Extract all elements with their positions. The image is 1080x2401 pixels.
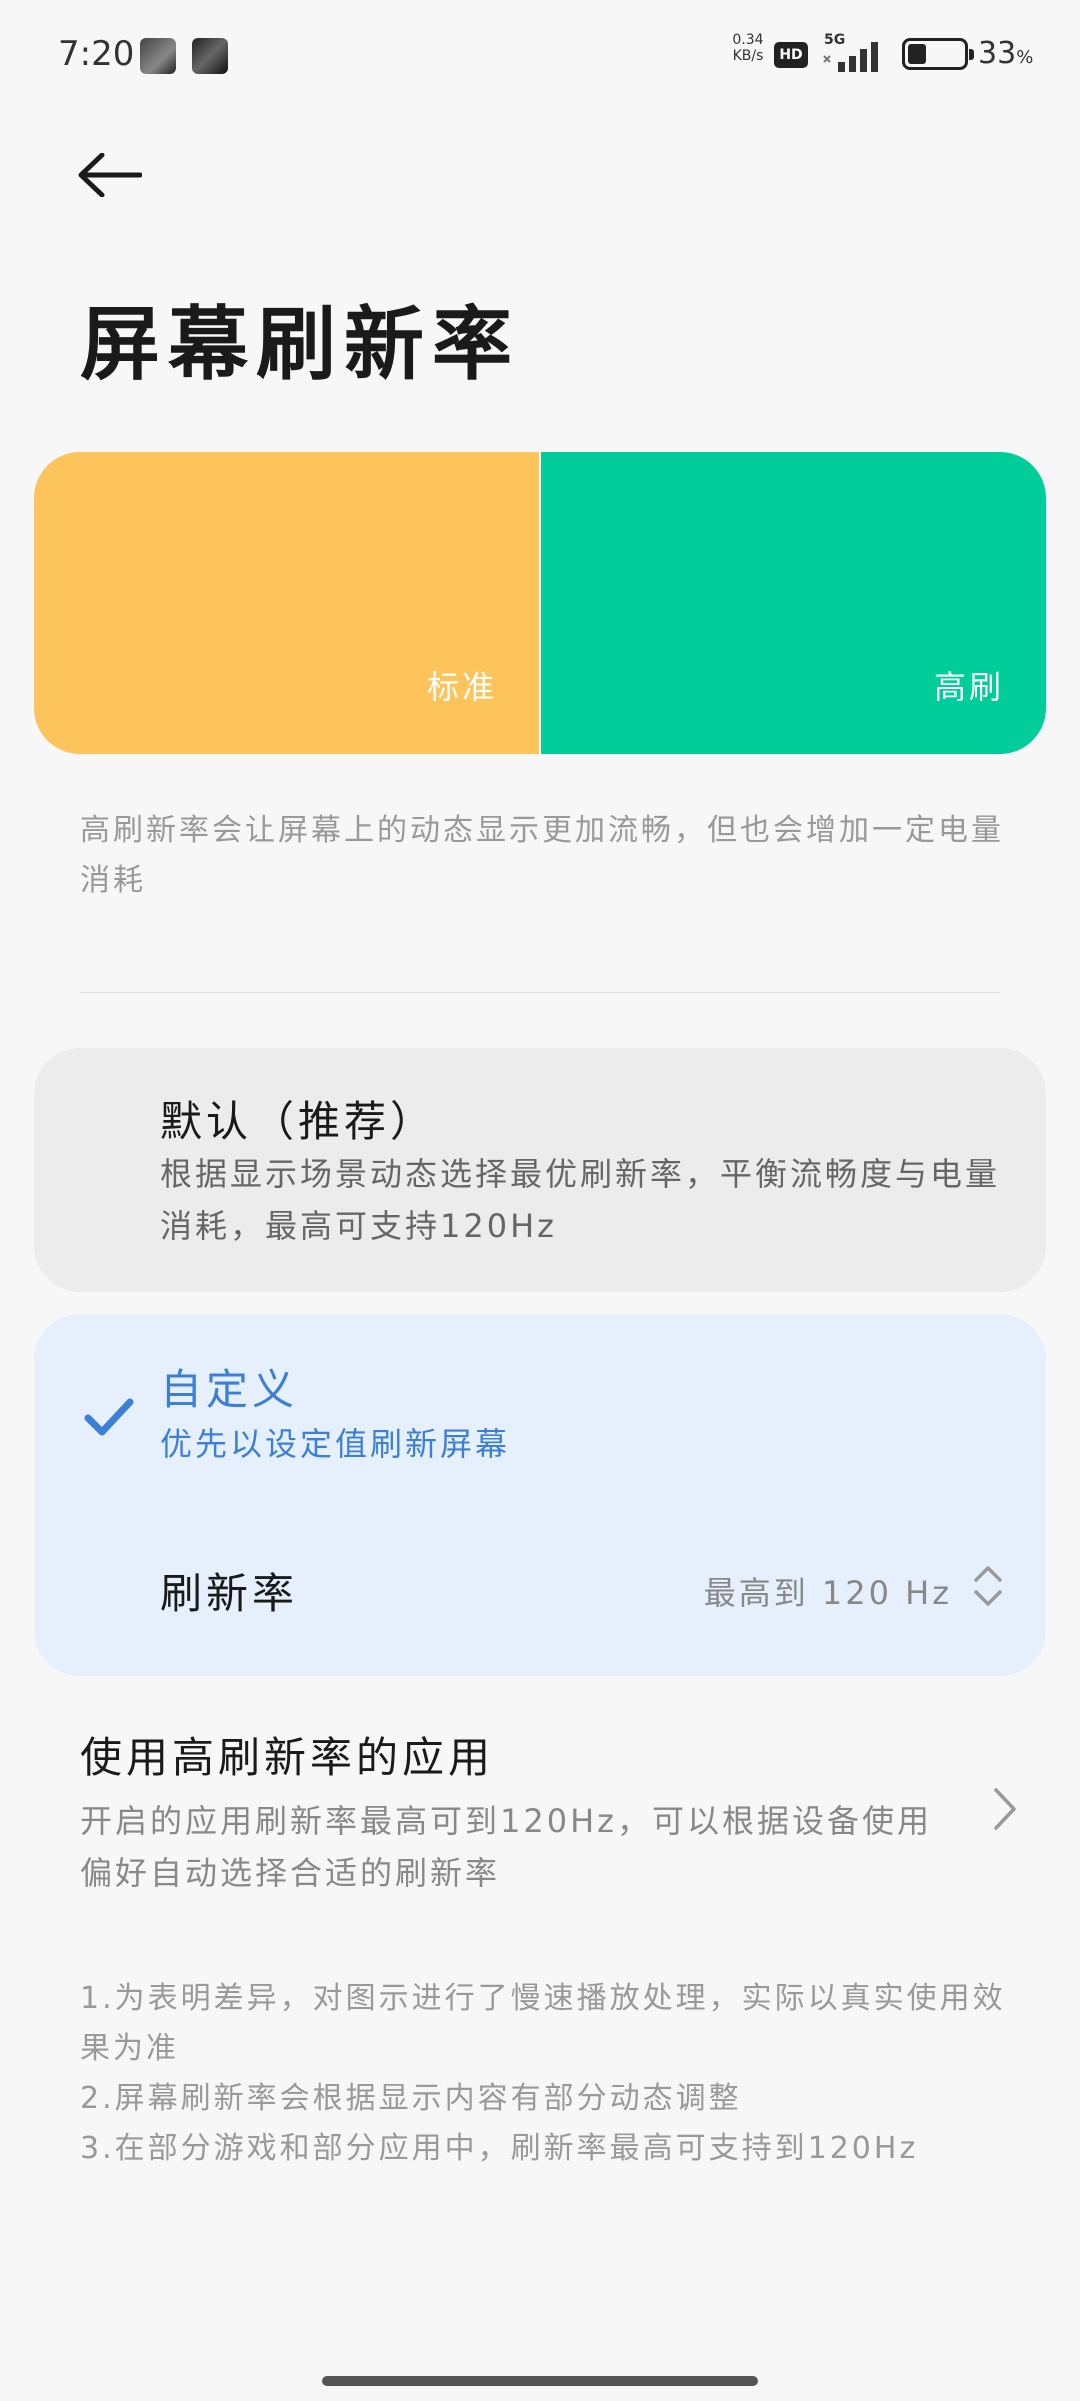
tiktok-notification-icon xyxy=(192,38,228,74)
signal-strength-icon xyxy=(823,42,878,72)
option-custom-title: 自定义 xyxy=(160,1365,299,1414)
check-icon xyxy=(84,1398,134,1436)
option-default-description: 根据显示场景动态选择最优刷新率，平衡流畅度与电量消耗，最高可支持120Hz xyxy=(160,1155,1001,1245)
home-indicator[interactable] xyxy=(322,2376,758,2386)
option-default-title: 默认（推荐） xyxy=(160,1097,437,1146)
battery-fill xyxy=(908,44,926,64)
standard-preview: 标准 xyxy=(34,452,539,754)
divider xyxy=(80,992,1000,993)
network-speed-value: 0.34 xyxy=(732,32,764,48)
footnote-2: 2.屏幕刷新率会根据显示内容有部分动态调整 xyxy=(80,2081,742,2116)
refresh-rate-label: 刷新率 xyxy=(160,1569,299,1618)
up-down-chevron-icon xyxy=(974,1566,1002,1606)
refresh-rate-selector[interactable]: 刷新率 最高到 120 Hz xyxy=(34,1536,1046,1636)
back-button[interactable] xyxy=(70,140,150,210)
high-refresh-preview-label: 高刷 xyxy=(933,668,1004,706)
high-refresh-apps-title: 使用高刷新率的应用 xyxy=(80,1733,495,1782)
battery-icon xyxy=(902,38,974,70)
refresh-rate-description: 高刷新率会让屏幕上的动态显示更加流畅，但也会增加一定电量消耗 xyxy=(80,813,1004,898)
footnotes: 1.为表明差异，对图示进行了慢速播放处理，实际以真实使用效果为准 2.屏幕刷新率… xyxy=(80,1974,1020,2174)
page-title: 屏幕刷新率 xyxy=(80,297,520,391)
hd-badge: HD xyxy=(774,42,808,68)
high-refresh-apps-item[interactable]: 使用高刷新率的应用 开启的应用刷新率最高可到120Hz，可以根据设备使用偏好自动… xyxy=(80,1724,1040,1904)
refresh-rate-preview: 标准 高刷 xyxy=(34,452,1046,754)
chevron-right-icon xyxy=(994,1788,1016,1830)
footnote-3: 3.在部分游戏和部分应用中，刷新率最高可支持到120Hz xyxy=(80,2131,919,2166)
status-time: 7:20 xyxy=(58,34,135,74)
high-refresh-preview: 高刷 xyxy=(541,452,1046,754)
refresh-rate-value: 最高到 120 Hz xyxy=(703,1574,952,1612)
footnote-1: 1.为表明差异，对图示进行了慢速播放处理，实际以真实使用效果为准 xyxy=(80,1981,1006,2066)
option-default-card[interactable]: 默认（推荐） 根据显示场景动态选择最优刷新率，平衡流畅度与电量消耗，最高可支持1… xyxy=(34,1048,1046,1292)
back-arrow-icon xyxy=(78,153,142,197)
option-custom-card[interactable]: 自定义 优先以设定值刷新屏幕 刷新率 最高到 120 Hz xyxy=(34,1314,1046,1676)
status-bar: 7:20 0.34 KB/s HD 5G 33% xyxy=(0,0,1080,110)
notification-app-icon xyxy=(140,38,176,74)
battery-percent-value: 33 xyxy=(978,36,1017,71)
high-refresh-apps-description: 开启的应用刷新率最高可到120Hz，可以根据设备使用偏好自动选择合适的刷新率 xyxy=(80,1802,932,1892)
network-speed: 0.34 KB/s xyxy=(726,32,770,64)
battery-percent: 33% xyxy=(978,36,1034,71)
option-custom-description: 优先以设定值刷新屏幕 xyxy=(160,1425,511,1463)
standard-preview-label: 标准 xyxy=(426,668,497,706)
network-speed-unit: KB/s xyxy=(732,48,764,64)
